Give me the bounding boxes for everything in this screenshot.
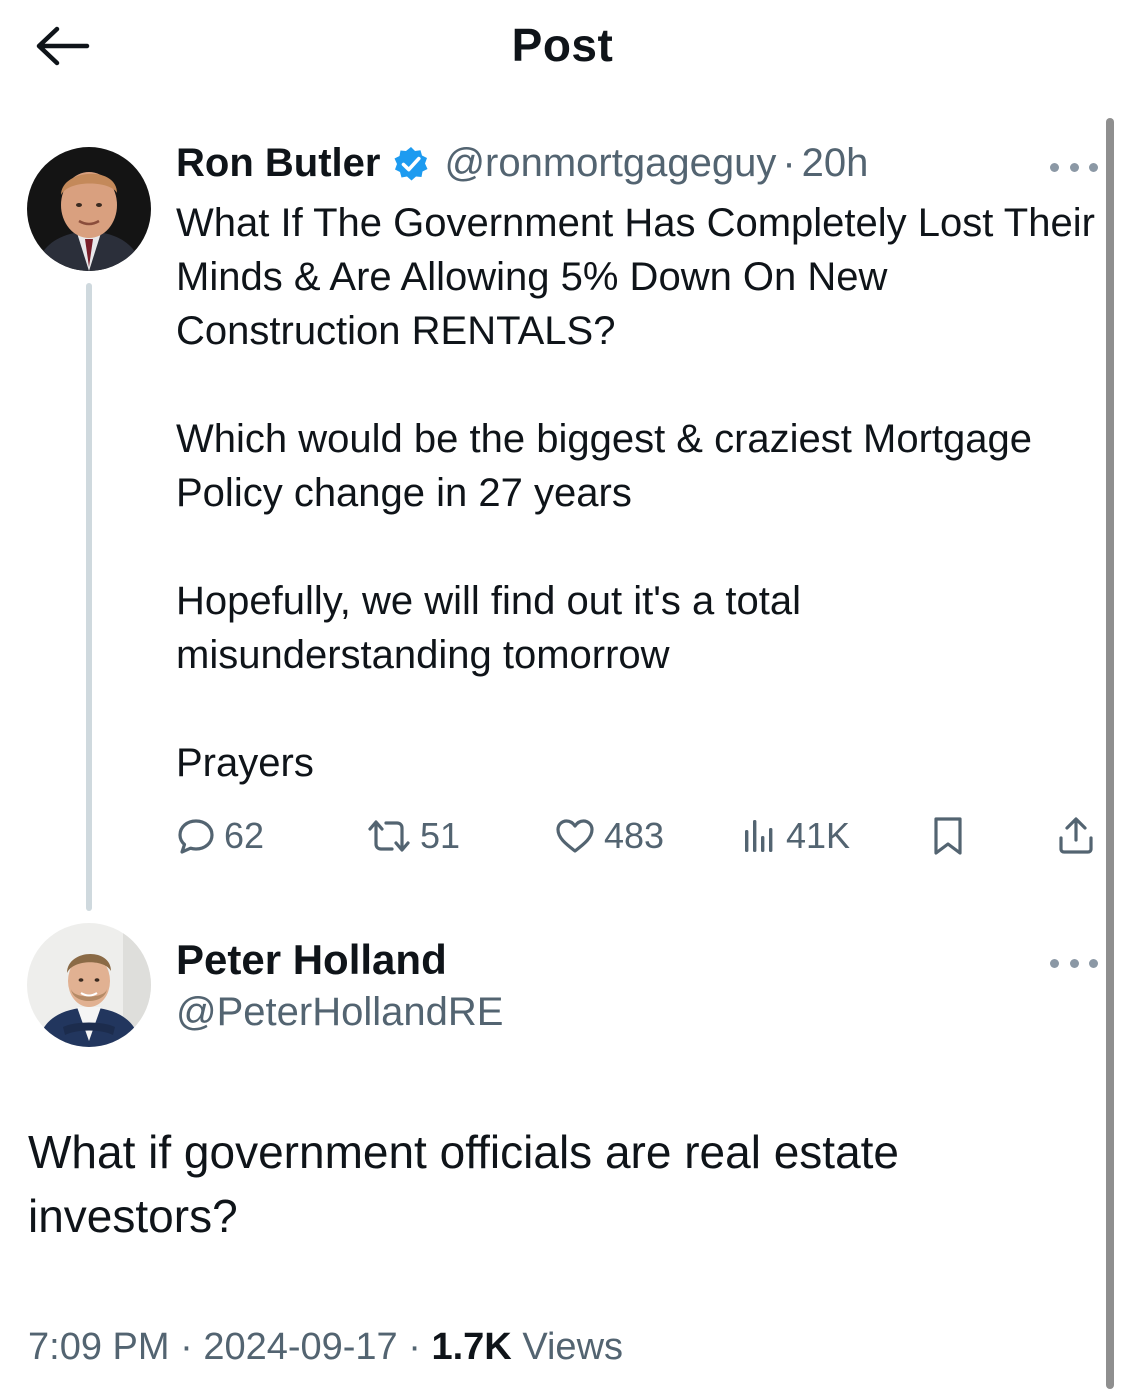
reply-count: 62 bbox=[224, 815, 265, 856]
page-title: Post bbox=[511, 19, 614, 71]
separator-dot: · bbox=[180, 1326, 193, 1368]
scrollbar[interactable] bbox=[1106, 118, 1114, 1389]
repost-icon bbox=[368, 820, 410, 852]
like-button[interactable]: 483 bbox=[554, 808, 664, 864]
post-actions-bar: 62 51 483 41K bbox=[176, 808, 1101, 864]
post-text: What If The Government Has Completely Lo… bbox=[176, 196, 1101, 790]
repost-button[interactable]: 51 bbox=[366, 808, 460, 864]
views-count: 41K bbox=[786, 815, 851, 856]
more-dot-icon bbox=[1069, 958, 1079, 968]
verified-badge-icon bbox=[394, 146, 428, 180]
repost-count: 51 bbox=[420, 815, 461, 856]
more-dot-icon bbox=[1050, 162, 1059, 172]
reply-text: What if government officials are real es… bbox=[28, 1126, 900, 1242]
reply-more-options-button[interactable] bbox=[1050, 953, 1098, 973]
avatar-ron-butler[interactable] bbox=[27, 147, 151, 271]
post-timestamp[interactable]: 7:09 PM bbox=[28, 1326, 170, 1368]
more-dot-icon bbox=[1069, 162, 1079, 172]
post-meta-line: 7:09 PM · 2024-09-17 · 1.7K Views bbox=[28, 1326, 623, 1369]
post-header: Ron Butler @ronmortgageguy · 20h bbox=[176, 141, 868, 186]
post-paragraph: Hopefully, we will find out it's a total… bbox=[176, 579, 801, 677]
more-dot-icon bbox=[1089, 162, 1098, 172]
author-handle[interactable]: @ronmortgageguy bbox=[444, 141, 776, 186]
reply-author-name[interactable]: Peter Holland bbox=[176, 936, 447, 983]
post-paragraph: Which would be the biggest & craziest Mo… bbox=[176, 417, 1032, 515]
share-button[interactable] bbox=[1056, 808, 1096, 864]
reply-icon bbox=[178, 819, 214, 854]
more-dot-icon bbox=[1089, 958, 1098, 968]
author-name[interactable]: Ron Butler bbox=[176, 141, 380, 186]
heart-icon bbox=[556, 819, 594, 853]
share-icon bbox=[1059, 817, 1093, 854]
analytics-bars-icon bbox=[745, 820, 773, 852]
views-button[interactable]: 41K bbox=[742, 808, 850, 864]
top-bar: Post bbox=[0, 0, 1125, 92]
post-paragraph: Prayers bbox=[176, 741, 314, 785]
reply-button[interactable]: 62 bbox=[176, 808, 264, 864]
bookmark-icon bbox=[934, 817, 962, 855]
views-label: Views bbox=[522, 1326, 624, 1368]
bookmark-button[interactable] bbox=[930, 808, 966, 864]
reply-header: Peter Holland bbox=[176, 936, 447, 984]
post-paragraph: What If The Government Has Completely Lo… bbox=[176, 201, 1095, 353]
separator-dot: · bbox=[782, 141, 796, 185]
reply-author-handle[interactable]: @PeterHollandRE bbox=[176, 990, 503, 1035]
more-options-button[interactable] bbox=[1050, 157, 1098, 177]
post-date[interactable]: 2024-09-17 bbox=[203, 1326, 397, 1368]
like-count: 483 bbox=[604, 815, 665, 856]
separator-dot: · bbox=[408, 1326, 421, 1368]
views-total[interactable]: 1.7K bbox=[431, 1326, 511, 1368]
avatar-peter-holland[interactable] bbox=[27, 923, 151, 1047]
more-dot-icon bbox=[1050, 958, 1059, 968]
post-time[interactable]: 20h bbox=[802, 141, 869, 186]
thread-connector-line bbox=[86, 283, 92, 911]
